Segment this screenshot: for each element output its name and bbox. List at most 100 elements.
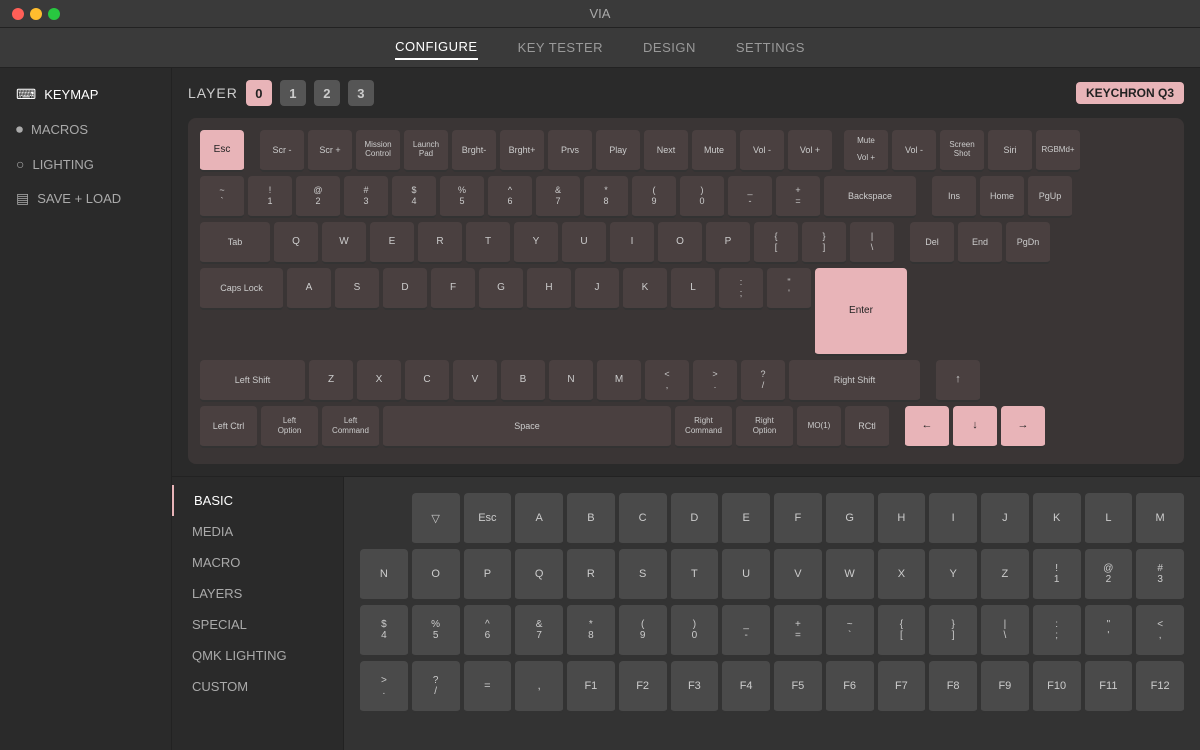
picker-key-f[interactable]: F: [774, 493, 822, 545]
sidebar-item-macros[interactable]: ⏺ MACROS: [0, 113, 171, 146]
picker-key-o[interactable]: O: [412, 549, 460, 601]
sidebar-item-lighting[interactable]: ○ LIGHTING: [0, 148, 171, 180]
picker-key-y[interactable]: Y: [929, 549, 977, 601]
picker-key-r[interactable]: R: [567, 549, 615, 601]
nav-settings[interactable]: SETTINGS: [736, 36, 805, 59]
picker-key-f3[interactable]: F3: [671, 661, 719, 713]
key-e[interactable]: E: [370, 222, 414, 264]
key-ins[interactable]: Ins: [932, 176, 976, 218]
key-right-shift[interactable]: Right Shift: [789, 360, 920, 402]
category-macro[interactable]: MACRO: [172, 547, 343, 578]
key-k[interactable]: K: [623, 268, 667, 310]
key-home[interactable]: Home: [980, 176, 1024, 218]
key-o[interactable]: O: [658, 222, 702, 264]
picker-key-f2[interactable]: F2: [619, 661, 667, 713]
picker-key-f4[interactable]: F4: [722, 661, 770, 713]
category-media[interactable]: MEDIA: [172, 516, 343, 547]
picker-key-comma[interactable]: ,: [515, 661, 563, 713]
key-brght-minus[interactable]: Brght-: [452, 130, 496, 172]
key-y[interactable]: Y: [514, 222, 558, 264]
key-left-command[interactable]: LeftCommand: [322, 406, 379, 448]
key-u[interactable]: U: [562, 222, 606, 264]
key-tab[interactable]: Tab: [200, 222, 270, 264]
key-2[interactable]: @2: [296, 176, 340, 218]
picker-key-rparen[interactable]: )0: [671, 605, 719, 657]
picker-key-w[interactable]: W: [826, 549, 874, 601]
layer-btn-3[interactable]: 3: [348, 80, 374, 106]
key-vol-minus[interactable]: Vol -: [740, 130, 784, 172]
key-scr-minus[interactable]: Scr -: [260, 130, 304, 172]
key-enter[interactable]: Enter: [815, 268, 907, 356]
key-a[interactable]: A: [287, 268, 331, 310]
key-screenshot[interactable]: ScreenShot: [940, 130, 984, 172]
category-layers[interactable]: LAYERS: [172, 578, 343, 609]
picker-key-percent[interactable]: %5: [412, 605, 460, 657]
layer-btn-0[interactable]: 0: [246, 80, 272, 106]
key-launchpad[interactable]: LaunchPad: [404, 130, 448, 172]
picker-key-rbrace[interactable]: }]: [929, 605, 977, 657]
picker-key-a[interactable]: A: [515, 493, 563, 545]
key-mute2[interactable]: MuteVol +: [844, 130, 888, 172]
close-button[interactable]: [12, 8, 24, 20]
key-pgdn[interactable]: PgDn: [1006, 222, 1050, 264]
key-mission-control[interactable]: MissionControl: [356, 130, 400, 172]
key-right-option[interactable]: RightOption: [736, 406, 793, 448]
key-comma[interactable]: <,: [645, 360, 689, 402]
picker-key-tilde[interactable]: ~`: [826, 605, 874, 657]
key-b[interactable]: B: [501, 360, 545, 402]
key-8[interactable]: *8: [584, 176, 628, 218]
key-h[interactable]: H: [527, 268, 571, 310]
key-q[interactable]: Q: [274, 222, 318, 264]
picker-key-s[interactable]: S: [619, 549, 667, 601]
picker-key-caret[interactable]: ^6: [464, 605, 512, 657]
key-pgup[interactable]: PgUp: [1028, 176, 1072, 218]
picker-key-dquote[interactable]: "': [1085, 605, 1133, 657]
key-x[interactable]: X: [357, 360, 401, 402]
key-4[interactable]: $4: [392, 176, 436, 218]
key-up[interactable]: ↑: [936, 360, 980, 402]
key-mo1[interactable]: MO(1): [797, 406, 841, 448]
category-qmk-lighting[interactable]: QMK LIGHTING: [172, 640, 343, 671]
key-left[interactable]: ←: [905, 406, 949, 448]
key-rbracket[interactable]: }]: [802, 222, 846, 264]
picker-key-at[interactable]: @2: [1085, 549, 1133, 601]
layer-btn-1[interactable]: 1: [280, 80, 306, 106]
key-9[interactable]: (9: [632, 176, 676, 218]
key-play[interactable]: Play: [596, 130, 640, 172]
minimize-button[interactable]: [30, 8, 42, 20]
picker-key-j[interactable]: J: [981, 493, 1029, 545]
key-del[interactable]: Del: [910, 222, 954, 264]
nav-key-tester[interactable]: KEY TESTER: [518, 36, 603, 59]
key-siri[interactable]: Siri: [988, 130, 1032, 172]
key-v[interactable]: V: [453, 360, 497, 402]
picker-key-gt[interactable]: >.: [360, 661, 408, 713]
picker-key-question[interactable]: ?/: [412, 661, 460, 713]
picker-key-b[interactable]: B: [567, 493, 615, 545]
picker-key-l[interactable]: L: [1085, 493, 1133, 545]
picker-key-c[interactable]: C: [619, 493, 667, 545]
key-left-ctrl[interactable]: Left Ctrl: [200, 406, 257, 448]
maximize-button[interactable]: [48, 8, 60, 20]
sidebar-item-save-load[interactable]: ▤ SAVE + LOAD: [0, 182, 171, 215]
key-mute[interactable]: Mute: [692, 130, 736, 172]
picker-key-colon[interactable]: :;: [1033, 605, 1081, 657]
key-slash[interactable]: ?/: [741, 360, 785, 402]
picker-key-n[interactable]: N: [360, 549, 408, 601]
picker-key-dollar[interactable]: $4: [360, 605, 408, 657]
key-lbracket[interactable]: {[: [754, 222, 798, 264]
key-6[interactable]: ^6: [488, 176, 532, 218]
picker-key-f6[interactable]: F6: [826, 661, 874, 713]
key-s[interactable]: S: [335, 268, 379, 310]
key-esc[interactable]: Esc: [200, 130, 244, 172]
key-z[interactable]: Z: [309, 360, 353, 402]
picker-key-f12[interactable]: F12: [1136, 661, 1184, 713]
picker-key-g[interactable]: G: [826, 493, 874, 545]
key-backslash[interactable]: |\: [850, 222, 894, 264]
key-rgbmd[interactable]: RGBMd+: [1036, 130, 1080, 172]
key-r[interactable]: R: [418, 222, 462, 264]
key-c[interactable]: C: [405, 360, 449, 402]
picker-key-lt[interactable]: <,: [1136, 605, 1184, 657]
key-t[interactable]: T: [466, 222, 510, 264]
key-left-shift[interactable]: Left Shift: [200, 360, 305, 402]
picker-key-plus[interactable]: +=: [774, 605, 822, 657]
